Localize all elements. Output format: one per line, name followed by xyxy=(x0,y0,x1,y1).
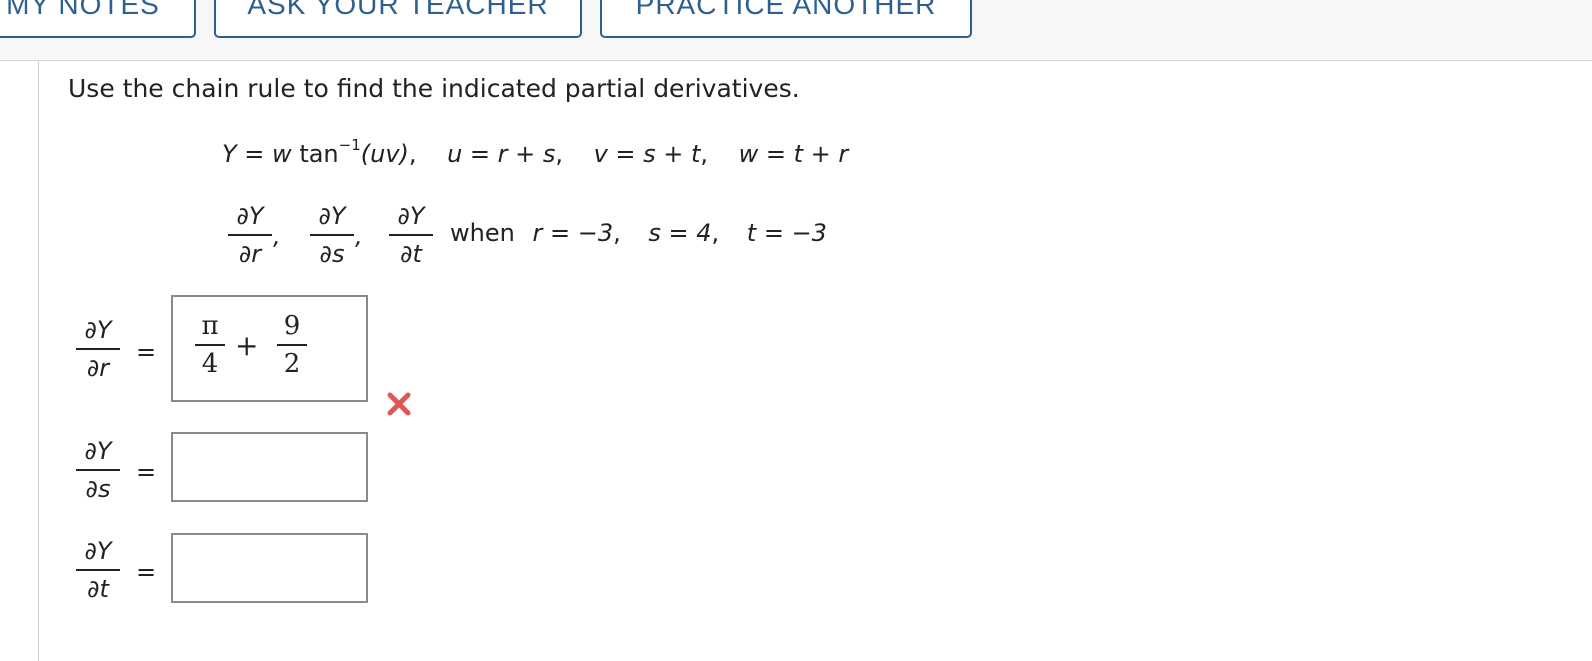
answer-label-ds: ∂Y ∂s xyxy=(76,436,120,504)
target-derivative-s: ∂Y ∂s xyxy=(310,201,354,269)
r-value: r = −3 xyxy=(532,219,614,247)
label-denominator: ∂s xyxy=(85,475,111,503)
fraction-bar xyxy=(76,469,120,471)
toolbar: MY NOTES ASK YOUR TEACHER PRACTICE ANOTH… xyxy=(0,0,1592,61)
t-value: t = −3 xyxy=(746,219,827,247)
left-divider xyxy=(38,61,39,661)
eq-lhs: Y xyxy=(222,140,237,168)
eq-inverse-exponent: −1 xyxy=(338,136,361,154)
fraction-numerator: π xyxy=(201,311,219,341)
answer-input-dt[interactable] xyxy=(171,533,368,603)
target-denominator: ∂s xyxy=(319,240,345,268)
eq-argument: (uv) xyxy=(360,140,409,168)
fraction-bar xyxy=(389,234,433,236)
comma: , xyxy=(355,222,363,250)
target-numerator: ∂Y xyxy=(397,202,425,230)
label-denominator: ∂t xyxy=(87,575,109,603)
fraction-numerator: 9 xyxy=(283,311,301,341)
eq-equals: = xyxy=(236,140,273,168)
answer-label-dt: ∂Y ∂t xyxy=(76,536,120,604)
label-numerator: ∂Y xyxy=(84,437,112,465)
target-derivative-t: ∂Y ∂t xyxy=(389,201,433,269)
eq-separator: , xyxy=(700,140,739,168)
label-denominator: ∂r xyxy=(86,354,110,382)
answer-fraction-pi-over-4: π 4 xyxy=(195,311,225,379)
s-value: s = 4 xyxy=(648,219,712,247)
incorrect-x-mark-icon xyxy=(387,392,411,416)
eq-separator: , xyxy=(408,140,448,168)
equals-sign: = xyxy=(136,338,157,366)
when-label: when xyxy=(450,219,515,247)
label-numerator: ∂Y xyxy=(84,316,112,344)
answer-input-dr[interactable]: π 4 + 9 2 xyxy=(171,295,368,402)
comma: , xyxy=(273,222,281,250)
evaluation-point: when r = −3, s = 4, t = −3 xyxy=(450,219,827,247)
fraction-denominator: 4 xyxy=(201,349,219,379)
target-numerator: ∂Y xyxy=(318,202,346,230)
answer-label-dr: ∂Y ∂r xyxy=(76,315,120,383)
answer-input-ds[interactable] xyxy=(171,432,368,502)
v-definition: v = s + t xyxy=(593,140,701,168)
problem-instruction: Use the chain rule to find the indicated… xyxy=(68,74,800,103)
u-definition: u = r + s xyxy=(447,140,556,168)
target-numerator: ∂Y xyxy=(236,202,264,230)
label-numerator: ∂Y xyxy=(84,537,112,565)
eq-w: w xyxy=(272,140,292,168)
equals-sign: = xyxy=(136,558,157,586)
fraction-bar xyxy=(228,234,272,236)
fraction-bar xyxy=(277,344,307,346)
target-derivative-r: ∂Y ∂r xyxy=(228,201,272,269)
plus-sign: + xyxy=(235,329,259,362)
target-denominator: ∂r xyxy=(238,240,262,268)
fraction-bar xyxy=(76,348,120,350)
fraction-bar xyxy=(310,234,354,236)
practice-another-button[interactable]: PRACTICE ANOTHER xyxy=(600,0,972,38)
my-notes-button[interactable]: MY NOTES xyxy=(0,0,196,38)
answer-fraction-9-over-2: 9 2 xyxy=(277,311,307,379)
w-definition: w = t + r xyxy=(738,140,849,168)
fraction-bar xyxy=(195,344,225,346)
function-definition: Y = w tan−1(uv), u = r + s, v = s + t, w… xyxy=(222,136,849,168)
fraction-denominator: 2 xyxy=(283,349,301,379)
ask-teacher-button[interactable]: ASK YOUR TEACHER xyxy=(214,0,582,38)
eq-separator: , xyxy=(555,140,594,168)
equals-sign: = xyxy=(136,458,157,486)
eq-tan: tan xyxy=(291,140,339,168)
target-denominator: ∂t xyxy=(400,240,422,268)
fraction-bar xyxy=(76,569,120,571)
